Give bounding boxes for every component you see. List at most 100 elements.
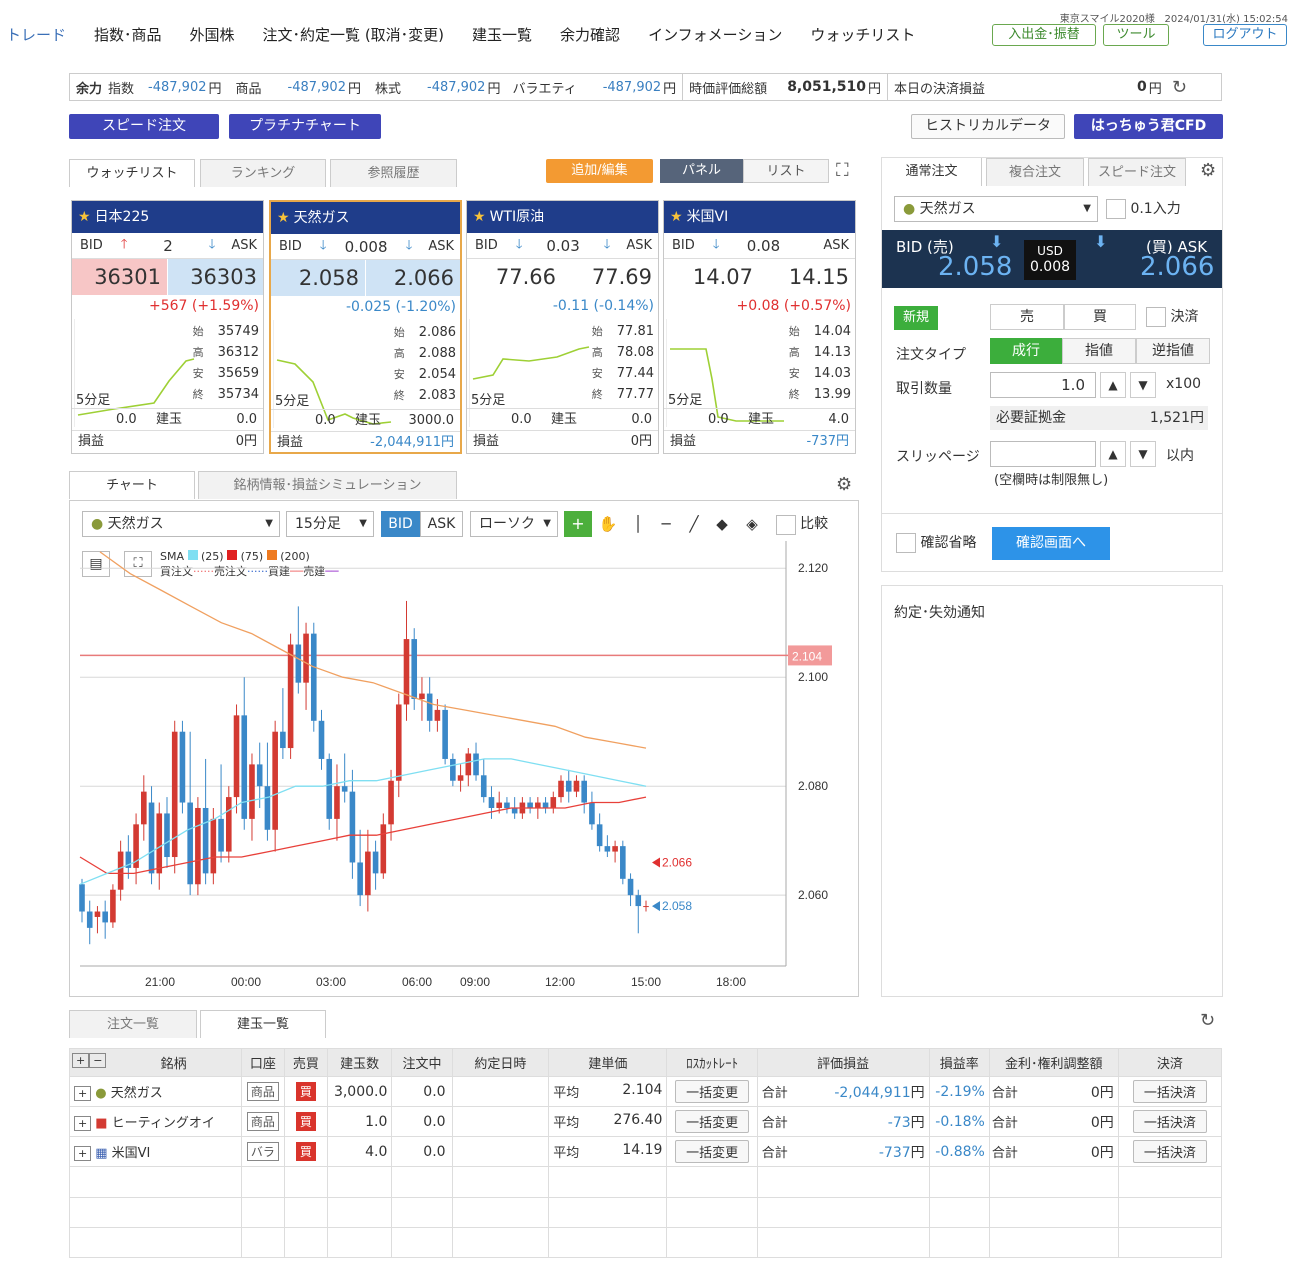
nav-order-list[interactable]: 注文･約定一覧 (取消･変更) xyxy=(263,24,444,45)
expand-row-icon[interactable]: + xyxy=(74,1086,92,1102)
order-settings-icon[interactable]: ⚙ xyxy=(1200,160,1216,181)
buy-button[interactable]: 買 xyxy=(1064,304,1136,330)
tool-button[interactable]: ツール xyxy=(1103,24,1169,46)
nav-information[interactable]: インフォメーション xyxy=(648,24,782,45)
tab-symbol-info[interactable]: 銘柄情報･損益シミュレーション xyxy=(198,471,457,499)
watch-panel[interactable]: ★ WTI原油 BID 🡓 0.03 🡓 ASK 77.66 77.69 -0.1… xyxy=(466,200,659,454)
star-icon[interactable]: ★ xyxy=(670,209,683,225)
ask-price[interactable]: 14.15 xyxy=(759,259,855,295)
hand-icon[interactable]: ✋ xyxy=(594,511,622,537)
tab-position-list[interactable]: 建玉一覧 xyxy=(200,1010,326,1038)
expand-all-icon[interactable]: + xyxy=(72,1053,90,1068)
bid-price[interactable]: 77.66 xyxy=(467,259,562,295)
tab-watchlist[interactable]: ウォッチリスト xyxy=(69,159,195,187)
chart-type-select[interactable]: ローソク ▼ xyxy=(470,511,558,537)
crosshair-icon[interactable]: + xyxy=(564,511,592,537)
bid-price[interactable]: 2.058 xyxy=(271,260,365,296)
panel-header[interactable]: ★ 日本225 xyxy=(72,201,263,233)
stop-order-button[interactable]: 逆指値 xyxy=(1136,338,1210,364)
add-edit-button[interactable]: 追加/編集 xyxy=(546,159,653,183)
star-icon[interactable]: ★ xyxy=(277,210,290,226)
chart-settings-icon[interactable]: ⚙ xyxy=(836,474,852,495)
checkbox[interactable] xyxy=(896,533,916,553)
limit-order-button[interactable]: 指値 xyxy=(1062,338,1136,364)
quantity-down-icon[interactable]: ▼ xyxy=(1130,372,1156,398)
panel-view-button[interactable]: パネル xyxy=(660,159,743,183)
slippage-down-icon[interactable]: ▼ xyxy=(1130,441,1156,467)
bulk-settle-button[interactable]: 一括決済 xyxy=(1132,1080,1207,1104)
ask-price[interactable]: 36303 xyxy=(167,259,263,295)
bid-price[interactable]: 14.07 xyxy=(664,259,759,295)
list-view-button[interactable]: リスト xyxy=(743,159,829,183)
watch-panel[interactable]: ★ 日本225 BID 🡑 2 🡓 ASK 36301 36303 +567 (+… xyxy=(71,200,264,454)
collapse-all-icon[interactable]: − xyxy=(89,1053,107,1068)
slippage-input[interactable] xyxy=(990,441,1096,467)
vertical-line-icon[interactable]: │ xyxy=(624,511,652,537)
eraser-icon[interactable]: ◆ xyxy=(708,511,736,537)
bulk-change-button[interactable]: 一括変更 xyxy=(675,1140,750,1164)
refresh-icon[interactable]: ↻ xyxy=(1200,1010,1215,1031)
order-symbol-select[interactable]: ● 天然ガス ▼ xyxy=(894,196,1098,222)
ask-price[interactable]: 2.066 xyxy=(365,260,460,296)
tab-history[interactable]: 参照履歴 xyxy=(330,159,457,187)
checkbox[interactable] xyxy=(1146,307,1166,327)
lot-checkbox[interactable]: 0.1入力 xyxy=(1106,198,1181,219)
panel-header[interactable]: ★ 天然ガス xyxy=(271,202,460,234)
bulk-settle-button[interactable]: 一括決済 xyxy=(1132,1140,1207,1164)
bulk-change-button[interactable]: 一括変更 xyxy=(675,1080,750,1104)
table-row[interactable]: + ■ ヒーティングオイ 商品 買 1.0 0.0 平均 276.40 一括変更 合… xyxy=(69,1106,1223,1138)
nav-positions[interactable]: 建玉一覧 xyxy=(472,24,532,45)
tab-normal-order[interactable]: 通常注文 xyxy=(882,158,982,186)
nav-watchlist[interactable]: ウォッチリスト xyxy=(810,24,915,45)
tab-order-list[interactable]: 注文一覧 xyxy=(69,1010,197,1038)
table-row[interactable]: + ▦ 米国VI バラ 買 4.0 0.0 平均 14.19 一括変更 合計 -737… xyxy=(69,1136,1223,1168)
tab-speed-order[interactable]: スピード注文 xyxy=(1088,158,1186,186)
bulk-change-button[interactable]: 一括変更 xyxy=(675,1110,750,1134)
slippage-up-icon[interactable]: ▲ xyxy=(1100,441,1126,467)
checkbox[interactable] xyxy=(1106,199,1126,219)
refresh-icon[interactable]: ↻ xyxy=(1172,77,1187,98)
expand-row-icon[interactable]: + xyxy=(74,1146,92,1162)
watch-panel[interactable]: ★ 米国VI BID 🡓 0.08 ASK 14.07 14.15 +0.08 (… xyxy=(663,200,856,454)
speed-order-button[interactable]: スピード注文 xyxy=(69,114,219,139)
clear-all-icon[interactable]: ◈ xyxy=(738,511,766,537)
bid-toggle[interactable]: BID xyxy=(381,511,420,537)
interval-select[interactable]: 15分足 ▼ xyxy=(286,511,374,537)
star-icon[interactable]: ★ xyxy=(473,209,486,225)
bid-price[interactable]: 36301 xyxy=(72,259,167,295)
chart-symbol-select[interactable]: ● 天然ガス ▼ xyxy=(82,511,280,537)
tab-complex-order[interactable]: 複合注文 xyxy=(986,158,1084,186)
logout-button[interactable]: ログアウト xyxy=(1203,24,1287,46)
expand-row-icon[interactable]: + xyxy=(74,1116,92,1132)
confirm-button[interactable]: 確認画面へ xyxy=(992,527,1110,560)
new-order-tag[interactable]: 新規 xyxy=(894,306,938,330)
cfd-button[interactable]: はっちゅう君CFD xyxy=(1074,114,1223,139)
tab-ranking[interactable]: ランキング xyxy=(200,159,326,187)
trend-line-icon[interactable]: ╱ xyxy=(680,511,708,537)
table-row[interactable]: + ● 天然ガス 商品 買 3,000.0 0.0 平均 2.104 一括変更 合計… xyxy=(69,1075,1223,1108)
compare-checkbox[interactable]: 比較 xyxy=(776,513,828,535)
settle-checkbox[interactable]: 決済 xyxy=(1146,306,1198,327)
horizontal-line-icon[interactable]: ─ xyxy=(652,511,680,537)
bulk-settle-button[interactable]: 一括決済 xyxy=(1132,1110,1207,1134)
ask-toggle[interactable]: ASK xyxy=(420,511,463,537)
quantity-up-icon[interactable]: ▲ xyxy=(1100,372,1126,398)
sell-button[interactable]: 売 xyxy=(990,304,1064,330)
candlestick-chart[interactable]: 2.120 2.100 2.080 2.060 21:00 00:00 03:00 06:00… xyxy=(70,541,858,996)
expand-icon[interactable]: ⛶ xyxy=(836,160,849,181)
nav-margin[interactable]: 余力確認 xyxy=(560,24,620,45)
star-icon[interactable]: ★ xyxy=(78,209,91,225)
skip-confirm-checkbox[interactable]: 確認省略 xyxy=(896,532,976,553)
checkbox[interactable] xyxy=(776,514,796,535)
deposit-button[interactable]: 入出金･振替 xyxy=(992,24,1096,46)
market-order-button[interactable]: 成行 xyxy=(990,338,1062,364)
quantity-input[interactable]: 1.0 xyxy=(990,372,1096,398)
platinum-chart-button[interactable]: プラチナチャート xyxy=(229,114,381,139)
order-bid-price[interactable]: 2.058 xyxy=(938,252,1012,282)
nav-trade[interactable]: トレード xyxy=(6,24,66,45)
historical-data-button[interactable]: ヒストリカルデータ xyxy=(911,114,1065,139)
tab-chart[interactable]: チャート xyxy=(69,471,195,499)
watch-panel[interactable]: ★ 天然ガス BID 🡓 0.008 🡓 ASK 2.058 2.066 -0.0… xyxy=(269,200,462,454)
panel-header[interactable]: ★ 米国VI xyxy=(664,201,855,233)
nav-foreign-stock[interactable]: 外国株 xyxy=(190,24,235,45)
